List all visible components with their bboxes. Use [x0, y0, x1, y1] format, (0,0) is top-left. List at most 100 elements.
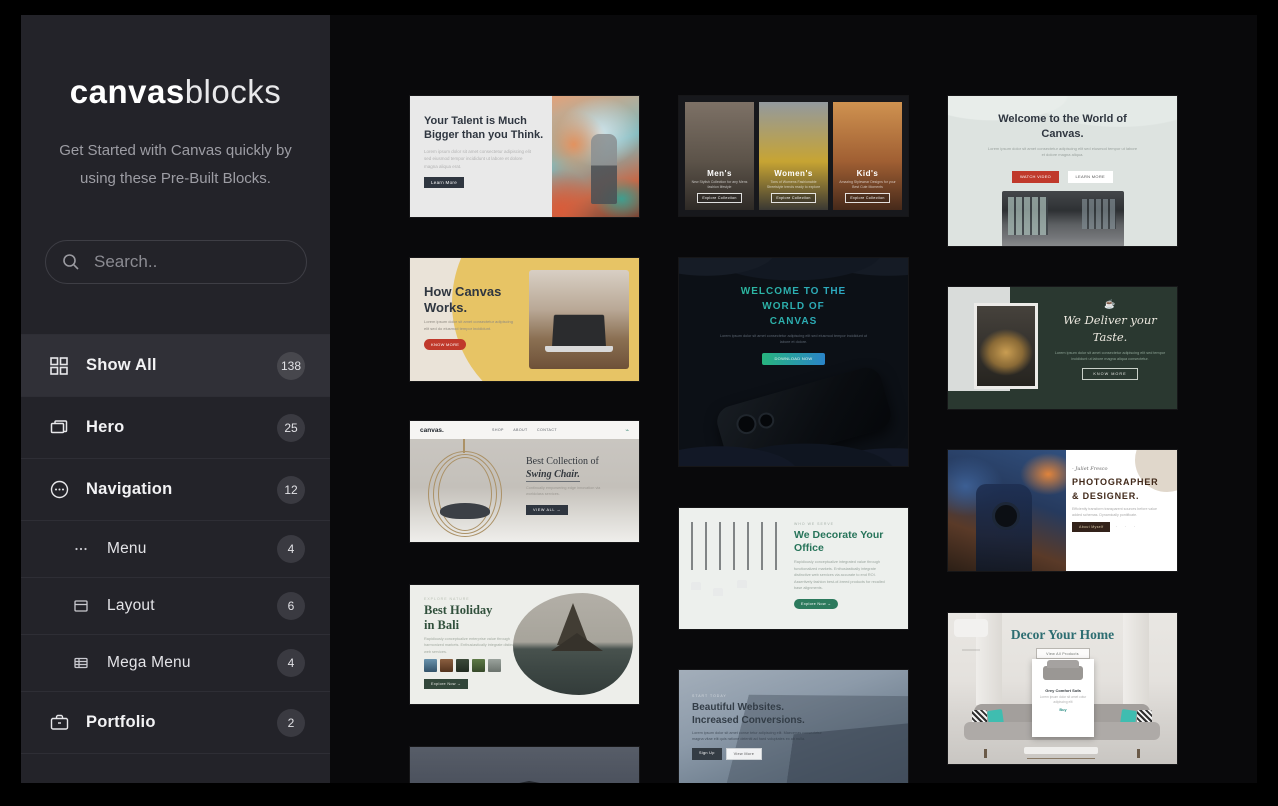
logo-light: blocks [185, 73, 282, 110]
welcome-buttons: WATCH VIDEO LEARN MORE [948, 165, 1177, 183]
about-myself-button: About Myself [1072, 522, 1110, 532]
briefcase-icon [48, 712, 70, 734]
mountain-silhouette [410, 769, 639, 783]
block-card-welcome-canvas[interactable]: Welcome to the World of Canvas. Lorem ip… [948, 96, 1177, 246]
swing-chair-ring [438, 457, 492, 531]
panel-title: Men's [707, 169, 732, 178]
sidebar-item-menu[interactable]: Menu 4 [21, 520, 330, 577]
sidebar-item-label: Navigation [86, 480, 172, 499]
talent-person-figure [591, 134, 617, 204]
sidebar-item-label: Portfolio [86, 713, 156, 732]
swing-body: Continually empowering edge innovation v… [526, 485, 606, 498]
welcome-title: Welcome to the World of Canvas. [998, 112, 1128, 142]
swing-cushion [440, 503, 490, 519]
learn-more-button: LEARN MORE [1068, 171, 1113, 183]
panel-caption: New Stylish Collection for any Mens fash… [688, 180, 751, 191]
coffee-cup-icon: ☕ [1052, 299, 1168, 310]
search-icon [62, 253, 80, 271]
sidebar-item-layout[interactable]: Layout 6 [21, 577, 330, 634]
layout-frame-icon [73, 598, 89, 614]
search-input[interactable] [92, 251, 276, 273]
block-card-shop-collections[interactable]: Men's New Stylish Collection for any Men… [679, 96, 908, 216]
block-card-decorate-office[interactable]: WHO WE SERVE We Decorate Your Office Rap… [679, 508, 908, 629]
thumbnail [456, 659, 469, 672]
phone-title-line: WORLD OF [679, 299, 908, 314]
mountains-eyebrow-label: START TODAY [692, 694, 822, 698]
swing-text: Best Collection of Swing Chair. Continua… [526, 455, 628, 516]
watch-video-button: WATCH VIDEO [1012, 171, 1059, 183]
mini-nav-link: CONTACT [537, 428, 557, 432]
sidebar-item-hero[interactable]: Hero 25 [21, 396, 330, 458]
photographer-body: Efficiently transform transparent source… [1072, 506, 1158, 518]
bali-title-line: in Bali [424, 618, 524, 633]
sidebar-item-navigation[interactable]: Navigation 12 [21, 458, 330, 520]
download-now-button: DOWNLOAD NOW [762, 353, 824, 365]
mountains-body: Lorem ipsum dolor sit amet conse tetur a… [692, 730, 822, 743]
sidebar-item-mega-menu[interactable]: Mega Menu 4 [21, 634, 330, 691]
talent-body: Lorem ipsum dolor sit amet consectetur a… [424, 148, 532, 171]
sidebar-item-partial[interactable] [21, 753, 330, 779]
office-photo [679, 508, 782, 629]
office-body: Rapidiously conceptualize integrated val… [794, 559, 890, 591]
sofa-leg [984, 749, 987, 758]
panel-caption: Amazing Stylewear Designs for your Best … [836, 180, 899, 191]
sidebar-menu: Show All 138 Hero 25 Navigation 12 Menu … [21, 334, 330, 779]
block-card-photographer[interactable]: - Juliet Fresco PHOTOGRAPHER & DESIGNER.… [948, 450, 1177, 571]
block-card-decor-home[interactable]: Decor Your Home View All Products Grey C… [948, 613, 1177, 764]
welcome-body: Lorem ipsum dolor sit amet consectetur a… [988, 146, 1138, 160]
sidebar-item-label: Hero [86, 418, 124, 437]
how-title: How Canvas Works. [424, 284, 519, 315]
block-card-beautiful-websites[interactable]: START TODAY Beautiful Websites. Increase… [679, 670, 908, 783]
mountains-text: START TODAY Beautiful Websites. Increase… [692, 694, 822, 760]
temple-silhouette [551, 633, 603, 651]
collection-panel-kids: Kid's Amazing Stylewear Designs for your… [833, 102, 902, 210]
block-card-swing-chair[interactable]: canvas. SHOP ABOUT CONTACT ⌁ Best Collec… [410, 421, 639, 542]
bali-temple-photo [513, 593, 633, 695]
panel-title: Kid's [857, 169, 879, 178]
count-badge: 138 [277, 352, 305, 380]
view-all-button: VIEW ALL → [526, 505, 568, 515]
mini-nav-link: ABOUT [513, 428, 527, 432]
product-name: Grey Comfort Sofa [1032, 688, 1094, 693]
sidebar-item-show-all[interactable]: Show All 138 [21, 334, 330, 396]
phone-title: WELCOME TO THE WORLD OF CANVAS [679, 284, 908, 329]
collection-panel-men: Men's New Stylish Collection for any Men… [685, 102, 754, 210]
iphone-photo [713, 364, 894, 466]
bali-text: EXPLORE NATURE Best Holiday in Bali Rapi… [424, 597, 524, 690]
product-description: Lorem ipsum dolor sit amet cotur adipisc… [1032, 695, 1094, 705]
social-dots: · · · [1115, 524, 1138, 530]
how-body: Lorem ipsum dolor sit amet consectetur a… [424, 319, 519, 333]
know-more-outline-button: KNOW MORE [1082, 368, 1137, 380]
know-more-button: KNOW MORE [424, 339, 466, 350]
table-rows-icon [73, 655, 89, 671]
panel-title: Women's [774, 169, 813, 178]
coffee-table [1024, 747, 1098, 754]
search-box[interactable] [45, 240, 307, 284]
talent-text: Your Talent is Much Bigger than you Thin… [410, 96, 552, 217]
block-card-talent-hero[interactable]: Your Talent is Much Bigger than you Thin… [410, 96, 639, 217]
taste-title: We Deliver your Taste. [1052, 312, 1168, 347]
bali-body: Rapidiously conceptualize enterprise val… [424, 636, 524, 655]
sidebar-item-portfolio[interactable]: Portfolio 2 [21, 691, 330, 753]
explore-now-button: Explore Now → [424, 679, 468, 689]
thumbnail [424, 659, 437, 672]
panel-caption: Tons of Womens Fashionable Streetstyle t… [762, 180, 825, 191]
block-card-bali-holiday[interactable]: EXPLORE NATURE Best Holiday in Bali Rapi… [410, 585, 639, 704]
phone-body: Lorem ipsum dolor sit amet consectetur a… [719, 333, 869, 346]
taste-body: Lorem ipsum dolor sit amet consectetur a… [1052, 350, 1168, 363]
how-text: How Canvas Works. Lorem ipsum dolor sit … [424, 284, 519, 351]
block-card-storm-partial[interactable] [410, 747, 639, 783]
mountains-title-line: Beautiful Websites. [692, 701, 822, 714]
thumbnail [440, 659, 453, 672]
block-card-app-download[interactable]: WELCOME TO THE WORLD OF CANVAS Lorem ips… [679, 258, 908, 466]
photographer-title: PHOTOGRAPHER & DESIGNER. [1072, 476, 1170, 503]
swing-title: Best Collection of Swing Chair. [526, 455, 628, 482]
thumbnail [488, 659, 501, 672]
talent-learn-more-button: Learn More [424, 177, 464, 188]
chair-figure [691, 582, 701, 590]
sidebar-item-label: Layout [107, 597, 155, 615]
app-window: canvasblocks Get Started with Canvas qui… [21, 15, 1257, 783]
logo-bold: canvas [70, 73, 185, 110]
block-card-how-canvas-works[interactable]: How Canvas Works. Lorem ipsum dolor sit … [410, 258, 639, 381]
block-card-food-delivery[interactable]: ☕ We Deliver your Taste. Lorem ipsum dol… [948, 287, 1177, 409]
